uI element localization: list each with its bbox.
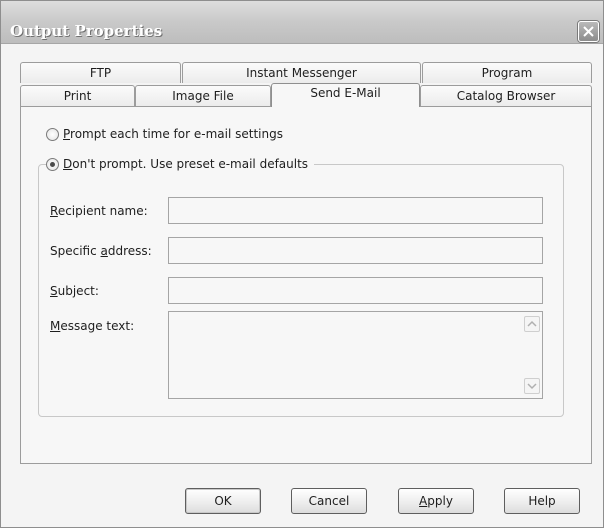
tab-program[interactable]: Program [422, 62, 592, 83]
output-properties-dialog: Output Properties FTP Instant Messenger … [0, 0, 604, 528]
scroll-up-icon [527, 320, 537, 327]
tab-send-e-mail[interactable]: Send E-Mail [271, 83, 420, 107]
prompt-each-time-label: Prompt each time for e-mail settings [63, 127, 283, 141]
recipient-name-field[interactable] [168, 197, 543, 224]
scroll-down-icon [527, 383, 537, 390]
preset-defaults-radio[interactable] [46, 157, 59, 171]
message-text-label: Message text: [50, 319, 135, 333]
tab-print[interactable]: Print [20, 85, 135, 106]
subject-field[interactable] [168, 277, 543, 304]
tab-instant-messenger[interactable]: Instant Messenger [182, 62, 421, 83]
prompt-each-time-option[interactable]: Prompt each time for e-mail settings [46, 127, 283, 141]
window-title: Output Properties [10, 22, 163, 40]
apply-button[interactable]: Apply [398, 488, 474, 514]
message-text-field[interactable] [168, 311, 543, 399]
ok-button[interactable]: OK [185, 488, 261, 514]
close-icon [583, 26, 594, 37]
title-bar: Output Properties [1, 1, 603, 44]
prompt-each-time-radio[interactable] [46, 127, 59, 141]
preset-defaults-option[interactable]: Don't prompt. Use preset e-mail defaults [46, 157, 315, 171]
tab-instant-messenger-label: Instant Messenger [246, 66, 357, 80]
tab-image-file-label: Image File [172, 89, 234, 103]
send-e-mail-panel: Prompt each time for e-mail settings Rec… [20, 106, 592, 464]
help-button-label: Help [528, 494, 556, 508]
help-button[interactable]: Help [504, 488, 580, 514]
subject-label: Subject: [50, 284, 99, 298]
tab-ftp[interactable]: FTP [20, 62, 181, 83]
specific-address-field[interactable] [168, 237, 543, 264]
tab-program-label: Program [481, 66, 533, 80]
apply-button-label: Apply [419, 494, 453, 508]
tab-catalog-browser-label: Catalog Browser [456, 89, 556, 103]
cancel-button-label: Cancel [308, 494, 350, 508]
cancel-button[interactable]: Cancel [291, 488, 367, 514]
tab-ftp-label: FTP [89, 66, 112, 80]
specific-address-label: Specific address: [50, 244, 152, 258]
tab-catalog-browser[interactable]: Catalog Browser [420, 85, 592, 106]
preset-defaults-group: Recipient name: Specific address: Subjec… [38, 164, 564, 417]
preset-defaults-label: Don't prompt. Use preset e-mail defaults [63, 157, 309, 171]
scroll-down-button[interactable] [524, 378, 540, 394]
tab-send-e-mail-label: Send E-Mail [310, 86, 381, 100]
ok-button-label: OK [214, 494, 232, 508]
scroll-up-button[interactable] [524, 316, 540, 332]
tab-image-file[interactable]: Image File [135, 85, 271, 106]
tab-print-label: Print [63, 89, 92, 103]
close-button[interactable] [578, 21, 599, 42]
recipient-name-label: Recipient name: [50, 204, 148, 218]
